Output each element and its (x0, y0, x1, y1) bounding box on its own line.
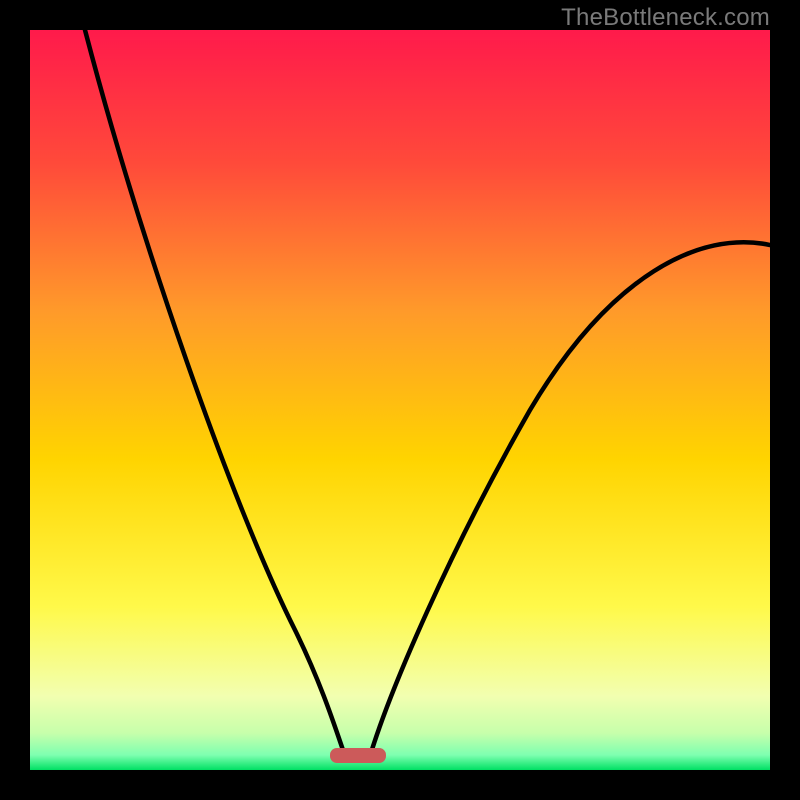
plot-area (30, 30, 770, 770)
gradient-background (30, 30, 770, 770)
valley-marker (330, 748, 386, 763)
watermark-text: TheBottleneck.com (561, 4, 770, 32)
outer-frame: TheBottleneck.com (0, 0, 800, 800)
chart-svg (30, 30, 770, 770)
